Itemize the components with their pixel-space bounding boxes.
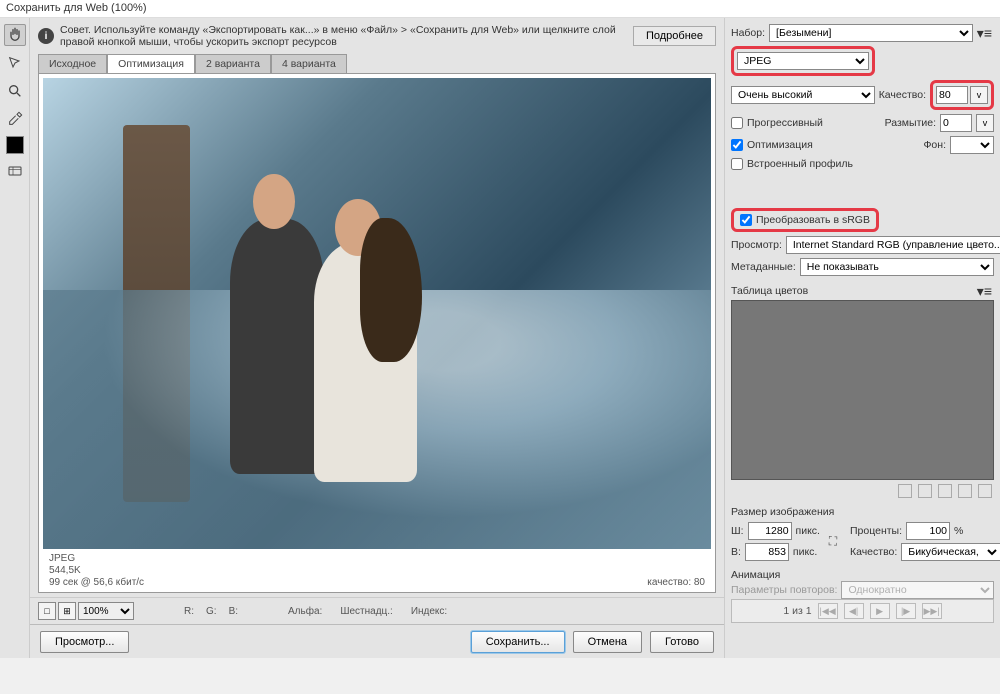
hand-tool[interactable] <box>4 24 26 46</box>
window-title: Сохранить для Web (100%) <box>0 0 1000 18</box>
ct-action-1-icon[interactable] <box>898 484 912 498</box>
preset-menu-icon[interactable]: ▾≡ <box>977 26 994 40</box>
info-icon: i <box>38 28 54 44</box>
loop-select: Однократно <box>841 581 994 599</box>
preview-frame: JPEG 544,5K 99 сек @ 56,6 кбит/с качеств… <box>38 73 716 593</box>
anim-first-button: |◀◀ <box>818 603 838 619</box>
resample-select[interactable]: Бикубическая, че... <box>901 543 1000 561</box>
percent-input[interactable] <box>906 522 950 540</box>
percent-suffix: % <box>954 525 963 537</box>
link-dimensions-icon[interactable]: ⛶ <box>826 531 840 553</box>
readout-r: R: <box>184 606 194 617</box>
cancel-button[interactable]: Отмена <box>573 631 642 653</box>
readout-g: G: <box>206 606 217 617</box>
metadata-select[interactable]: Не показывать <box>800 258 994 276</box>
slice-select-tool[interactable] <box>4 52 26 74</box>
blur-label: Размытие: <box>885 117 936 129</box>
progressive-checkbox[interactable] <box>731 117 743 129</box>
resample-label: Качество: <box>850 546 897 558</box>
width-input[interactable] <box>748 522 792 540</box>
quality-preset-select[interactable]: Очень высокий <box>731 86 875 104</box>
zoom-tool[interactable] <box>4 80 26 102</box>
matte-select[interactable] <box>950 136 994 154</box>
loop-label: Параметры повторов: <box>731 584 837 596</box>
preview-profile-label: Просмотр: <box>731 239 782 251</box>
preview-image[interactable] <box>43 78 711 549</box>
zoom-out-button[interactable]: □ <box>38 602 56 620</box>
color-table-area <box>731 300 994 480</box>
height-input[interactable] <box>745 543 789 561</box>
eyedropper-tool[interactable] <box>4 108 26 130</box>
zoom-in-button[interactable]: ⊞ <box>58 602 76 620</box>
percent-label: Проценты: <box>850 525 902 537</box>
quality-stepper[interactable]: v <box>970 86 988 104</box>
optimized-checkbox[interactable] <box>731 139 743 151</box>
preview-format: JPEG <box>49 553 144 564</box>
metadata-label: Метаданные: <box>731 261 796 273</box>
preview-button[interactable]: Просмотр... <box>40 631 129 653</box>
progressive-label: Прогрессивный <box>747 117 823 129</box>
color-table-label: Таблица цветов <box>731 285 808 297</box>
preview-filesize: 544,5K <box>49 565 144 576</box>
zoom-select[interactable]: 100% <box>78 602 134 620</box>
readout-b: B: <box>229 606 238 617</box>
matte-label: Фон: <box>923 139 946 151</box>
animation-controls: 1 из 1 |◀◀ ◀| ▶ |▶ ▶▶| <box>731 599 994 623</box>
learn-more-button[interactable]: Подробнее <box>633 26 716 46</box>
animation-label: Анимация <box>731 569 994 581</box>
done-button[interactable]: Готово <box>650 631 714 653</box>
convert-srgb-checkbox[interactable] <box>740 214 752 226</box>
preset-label: Набор: <box>731 27 765 39</box>
embed-profile-label: Встроенный профиль <box>747 158 853 170</box>
tip-text: Совет. Используйте команду «Экспортирова… <box>60 24 627 48</box>
readout-hex: Шестнадц.: <box>340 606 393 617</box>
save-button[interactable]: Сохранить... <box>471 631 565 653</box>
anim-next-button: |▶ <box>896 603 916 619</box>
settings-panel: Набор: [Безымени] ▾≡ JPEG Очень высокий … <box>724 18 1000 658</box>
convert-srgb-label: Преобразовать в sRGB <box>756 214 870 226</box>
width-unit: пикс. <box>796 525 820 537</box>
tab-optimized[interactable]: Оптимизация <box>107 54 195 73</box>
tab-4up[interactable]: 4 варианта <box>271 54 347 73</box>
quality-label: Качество: <box>879 89 926 101</box>
height-unit: пикс. <box>793 546 817 558</box>
embed-profile-checkbox[interactable] <box>731 158 743 170</box>
ct-action-3-icon[interactable] <box>938 484 952 498</box>
ct-trash-icon[interactable] <box>978 484 992 498</box>
readout-index: Индекс: <box>411 606 447 617</box>
tool-palette <box>0 18 30 658</box>
foreground-color-swatch[interactable] <box>6 136 24 154</box>
readout-alpha: Альфа: <box>288 606 322 617</box>
width-label: Ш: <box>731 525 744 537</box>
preview-download-time: 99 сек @ 56,6 кбит/с <box>49 577 144 588</box>
quality-input[interactable] <box>936 86 968 104</box>
ct-action-2-icon[interactable] <box>918 484 932 498</box>
anim-play-button: ▶ <box>870 603 890 619</box>
preview-quality: качество: 80 <box>647 577 705 588</box>
preset-select[interactable]: [Безымени] <box>769 24 973 42</box>
toggle-slices-visibility[interactable] <box>4 160 26 182</box>
anim-prev-button: ◀| <box>844 603 864 619</box>
ct-action-4-icon[interactable] <box>958 484 972 498</box>
blur-input[interactable] <box>940 114 972 132</box>
height-label: В: <box>731 546 741 558</box>
preview-profile-select[interactable]: Internet Standard RGB (управление цвето.… <box>786 236 1000 254</box>
image-size-label: Размер изображения <box>731 506 994 518</box>
tab-2up[interactable]: 2 варианта <box>195 54 271 73</box>
format-select[interactable]: JPEG <box>737 52 869 70</box>
color-table-toolbar <box>731 480 994 502</box>
color-table-menu-icon[interactable]: ▾≡ <box>977 284 994 298</box>
blur-stepper[interactable]: v <box>976 114 994 132</box>
tab-original[interactable]: Исходное <box>38 54 107 73</box>
anim-last-button: ▶▶| <box>922 603 942 619</box>
animation-page: 1 из 1 <box>783 605 811 617</box>
optimized-label: Оптимизация <box>747 139 813 151</box>
